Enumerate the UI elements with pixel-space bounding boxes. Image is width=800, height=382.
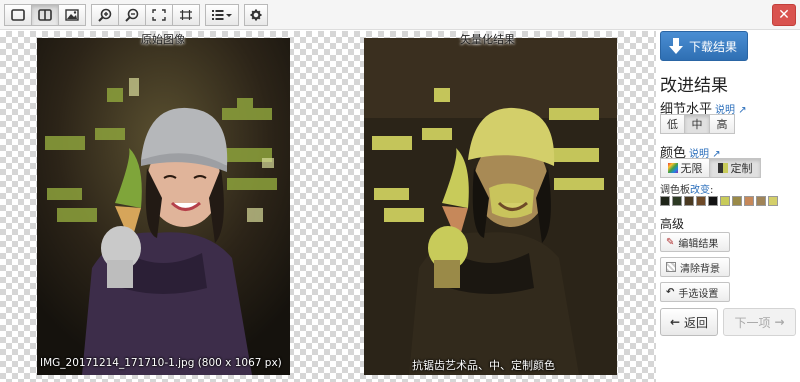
gear-icon[interactable] [244,4,268,26]
detail-high-button[interactable]: 高 [709,114,735,134]
palette-swatches [660,196,778,206]
color-custom-label: 定制 [730,162,753,175]
original-image [37,38,290,375]
next-label: 下一项 [734,315,771,330]
settings-panel: 下载结果 改进结果 细节水平 说明 ↗ 低 中 高 颜色 说明 ↗ 无限 定制 调色… [656,31,800,382]
image-canvas[interactable]: 原始图像 IMG_20171214_171710-1.jpg (800 x 10… [0,31,656,382]
color-unlimited-label: 无限 [680,162,703,175]
image-icon[interactable] [58,4,86,26]
palette-swatch[interactable] [756,196,766,206]
fit-screen-icon[interactable] [145,4,173,26]
palette-swatch[interactable] [672,196,682,206]
clear-background-button[interactable]: 清除背景 [660,257,730,277]
vectorized-caption: 矢量化结果 [460,33,515,46]
back-button[interactable]: ← 返回 [660,308,718,336]
palette-grid-icon [717,163,728,173]
palette-swatch[interactable] [660,196,670,206]
color-custom-button[interactable]: 定制 [709,158,761,178]
detail-level-group: 低 中 高 [660,114,735,134]
palette-swatch[interactable] [720,196,730,206]
edit-result-button[interactable]: ✎ 编辑结果 [660,232,730,252]
pencil-icon: ✎ [666,236,675,248]
clear-background-icon [666,262,676,272]
panel-heading: 改进结果 [660,76,728,96]
zoom-in-icon[interactable] [91,4,119,26]
manual-settings-button[interactable]: ↶ 手选设置 [660,282,730,302]
palette-swatch[interactable] [696,196,706,206]
palette-swatch[interactable] [744,196,754,206]
palette-swatch[interactable] [768,196,778,206]
single-pane-icon[interactable] [4,4,32,26]
download-button[interactable]: 下载结果 [660,31,748,61]
actual-size-icon[interactable] [172,4,200,26]
manual-settings-label: 手选设置 [678,288,719,300]
palette-label: 调色板改变: [660,185,714,196]
undo-icon: ↶ [666,286,675,298]
arrow-left-icon: ← [669,315,681,329]
rainbow-icon [667,163,678,173]
split-view-icon[interactable] [31,4,59,26]
clear-background-label: 清除背景 [680,263,720,275]
close-button[interactable]: ✕ [772,4,796,26]
palette-text: 调色板 [660,185,690,196]
edit-result-label: 编辑结果 [678,238,719,250]
download-arrow-icon [669,38,683,54]
menu-list-icon[interactable] [205,4,239,26]
original-filename: IMG_20171214_171710-1.jpg (800 x 1067 px… [40,357,282,369]
zoom-out-icon[interactable] [118,4,146,26]
color-unlimited-button[interactable]: 无限 [660,158,710,178]
arrow-right-icon: → [774,315,785,329]
back-label: 返回 [684,315,709,330]
next-button[interactable]: 下一项 → [723,308,796,336]
close-icon: ✕ [778,7,790,23]
palette-swatch[interactable] [708,196,718,206]
toolbar: ✕ [0,0,800,30]
palette-change-link[interactable]: 改变 [690,185,710,196]
vectorized-image [364,38,617,375]
palette-swatch[interactable] [684,196,694,206]
download-label: 下载结果 [689,39,738,54]
color-mode-group: 无限 定制 [660,158,761,178]
detail-medium-button[interactable]: 中 [684,114,710,134]
advanced-label: 高级 [660,217,685,231]
external-link-icon: ↗ [738,105,747,116]
palette-swatch[interactable] [732,196,742,206]
vectorized-settings: 抗锯齿艺术品、中、定制颜色 [412,359,555,372]
original-caption: 原始图像 [141,33,185,46]
detail-low-button[interactable]: 低 [660,114,685,134]
